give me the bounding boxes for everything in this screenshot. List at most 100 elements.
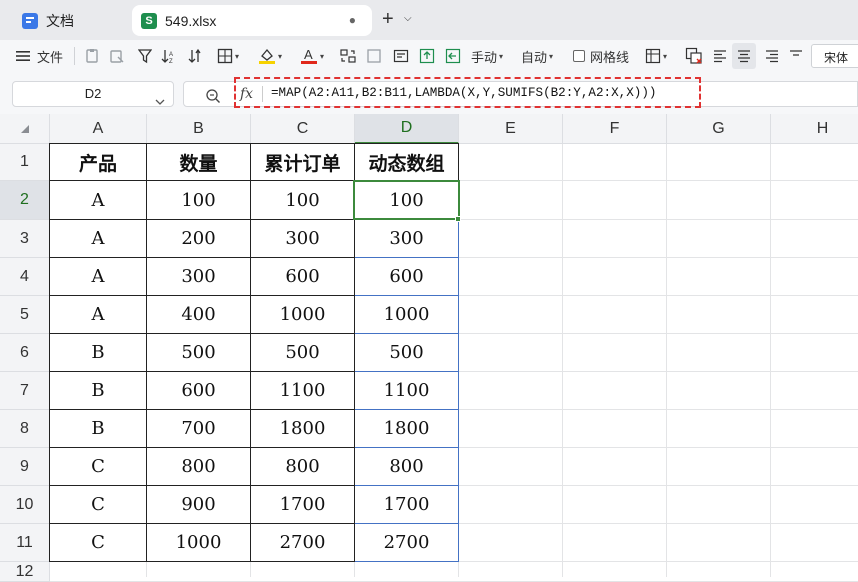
function-fx-icon[interactable]: fx xyxy=(240,86,253,102)
gridlines-checkbox[interactable] xyxy=(573,50,585,62)
column-header-f[interactable]: F xyxy=(563,114,667,144)
cell-d8[interactable]: 1800 xyxy=(355,410,459,448)
cell-d2[interactable]: 100 xyxy=(355,181,459,220)
select-all-corner[interactable] xyxy=(0,114,50,144)
new-tab-plus-icon[interactable]: + xyxy=(382,9,394,29)
cell-b11[interactable]: 1000 xyxy=(147,524,251,562)
cell-d3[interactable]: 300 xyxy=(355,220,459,258)
type-convert-icon[interactable] xyxy=(340,46,356,66)
row-header-12[interactable]: 12 xyxy=(0,562,50,582)
cell-b9[interactable]: 800 xyxy=(147,448,251,486)
cell-c5[interactable]: 1000 xyxy=(251,296,355,334)
header-cell-d1[interactable]: 动态数组 xyxy=(355,144,459,181)
cell-d5[interactable]: 1000 xyxy=(355,296,459,334)
row-header-3[interactable]: 3 xyxy=(0,220,50,258)
tab-active-file[interactable]: S 549.xlsx ● xyxy=(132,5,372,36)
gridlines-toggle[interactable]: 网格线 xyxy=(573,46,629,66)
column-header-c[interactable]: C xyxy=(251,114,355,144)
cell-c7[interactable]: 1100 xyxy=(251,372,355,410)
row-header-6[interactable]: 6 xyxy=(0,334,50,372)
sort-descending-icon[interactable] xyxy=(188,46,204,66)
cell-b2[interactable]: 100 xyxy=(147,181,251,220)
insert-column-icon[interactable] xyxy=(445,46,461,66)
cell-b3[interactable]: 200 xyxy=(147,220,251,258)
cell-c3[interactable]: 300 xyxy=(251,220,355,258)
cell-b10[interactable]: 900 xyxy=(147,486,251,524)
align-left-icon[interactable] xyxy=(712,46,728,66)
column-header-g[interactable]: G xyxy=(667,114,771,144)
column-header-a[interactable]: A xyxy=(50,114,147,144)
table-style-button[interactable]: ▾ xyxy=(645,46,667,66)
fill-handle[interactable] xyxy=(455,216,461,222)
tab-close-dot-icon[interactable]: ● xyxy=(349,13,356,27)
cell-a2[interactable]: A xyxy=(50,181,147,220)
paste-icon[interactable] xyxy=(109,46,125,66)
chevron-down-icon[interactable] xyxy=(155,90,165,114)
cell-d11[interactable]: 2700 xyxy=(355,524,459,562)
font-color-button[interactable]: A ▾ xyxy=(300,46,324,66)
fill-color-button[interactable]: ▾ xyxy=(258,46,282,66)
column-header-b[interactable]: B xyxy=(147,114,251,144)
column-header-h[interactable]: H xyxy=(771,114,858,144)
cell-c11[interactable]: 2700 xyxy=(251,524,355,562)
align-right-icon[interactable] xyxy=(764,46,780,66)
file-menu-button[interactable]: 文件 xyxy=(16,46,63,66)
header-cell-c1[interactable]: 累计订单 xyxy=(251,144,355,181)
row-header-2[interactable]: 2 xyxy=(0,181,50,220)
header-cell-b1[interactable]: 数量 xyxy=(147,144,251,181)
format-painter-icon[interactable] xyxy=(84,46,100,66)
cell-d7[interactable]: 1100 xyxy=(355,372,459,410)
row-header-8[interactable]: 8 xyxy=(0,410,50,448)
cell-b7[interactable]: 600 xyxy=(147,372,251,410)
autofit-dropdown[interactable]: 自动 ▾ xyxy=(521,46,553,66)
row-header-1[interactable]: 1 xyxy=(0,144,50,181)
cell-a8[interactable]: B xyxy=(50,410,147,448)
cell-a10[interactable]: C xyxy=(50,486,147,524)
cell-a6[interactable]: B xyxy=(50,334,147,372)
wrap-mode-dropdown[interactable]: 手动 ▾ xyxy=(471,46,503,66)
clear-format-icon[interactable] xyxy=(685,46,703,66)
row-header-10[interactable]: 10 xyxy=(0,486,50,524)
cell-b8[interactable]: 700 xyxy=(147,410,251,448)
cell-a11[interactable]: C xyxy=(50,524,147,562)
cell-b4[interactable]: 300 xyxy=(147,258,251,296)
insert-row-icon[interactable] xyxy=(419,46,435,66)
merge-icon[interactable] xyxy=(366,46,382,66)
cell-d9[interactable]: 800 xyxy=(355,448,459,486)
row-header-7[interactable]: 7 xyxy=(0,372,50,410)
new-tab-chevron-down-icon[interactable]: ⌵ xyxy=(404,13,412,24)
column-header-e[interactable]: E xyxy=(459,114,563,144)
cell-b6[interactable]: 500 xyxy=(147,334,251,372)
cell-d10[interactable]: 1700 xyxy=(355,486,459,524)
row-header-5[interactable]: 5 xyxy=(0,296,50,334)
sort-icon[interactable]: AZ xyxy=(161,46,175,66)
align-top-icon[interactable] xyxy=(789,46,803,66)
row-header-9[interactable]: 9 xyxy=(0,448,50,486)
cell-b5[interactable]: 400 xyxy=(147,296,251,334)
column-header-d[interactable]: D xyxy=(355,114,459,144)
cell-d6[interactable]: 500 xyxy=(355,334,459,372)
filter-icon[interactable] xyxy=(138,46,152,66)
cell-c9[interactable]: 800 xyxy=(251,448,355,486)
cell-c6[interactable]: 500 xyxy=(251,334,355,372)
cell-d4[interactable]: 600 xyxy=(355,258,459,296)
font-name-select[interactable]: 宋体 xyxy=(811,44,858,68)
zoom-search-icon[interactable] xyxy=(205,88,221,109)
align-center-button[interactable] xyxy=(732,43,756,69)
formula-text[interactable]: =MAP(A2:A11,B2:B11,LAMBDA(X,Y,SUMIFS(B2:… xyxy=(271,86,656,100)
borders-button[interactable]: ▾ xyxy=(217,46,239,66)
header-cell-a1[interactable]: 产品 xyxy=(50,144,147,181)
row-header-4[interactable]: 4 xyxy=(0,258,50,296)
cell-a3[interactable]: A xyxy=(50,220,147,258)
cell-c10[interactable]: 1700 xyxy=(251,486,355,524)
cell-a4[interactable]: A xyxy=(50,258,147,296)
cell-c4[interactable]: 600 xyxy=(251,258,355,296)
name-box[interactable]: D2 xyxy=(12,81,174,107)
wrap-text-icon[interactable] xyxy=(393,46,409,66)
row-header-11[interactable]: 11 xyxy=(0,524,50,562)
cell-a5[interactable]: A xyxy=(50,296,147,334)
cell-a7[interactable]: B xyxy=(50,372,147,410)
cell-c8[interactable]: 1800 xyxy=(251,410,355,448)
cell-c2[interactable]: 100 xyxy=(251,181,355,220)
cell-a9[interactable]: C xyxy=(50,448,147,486)
